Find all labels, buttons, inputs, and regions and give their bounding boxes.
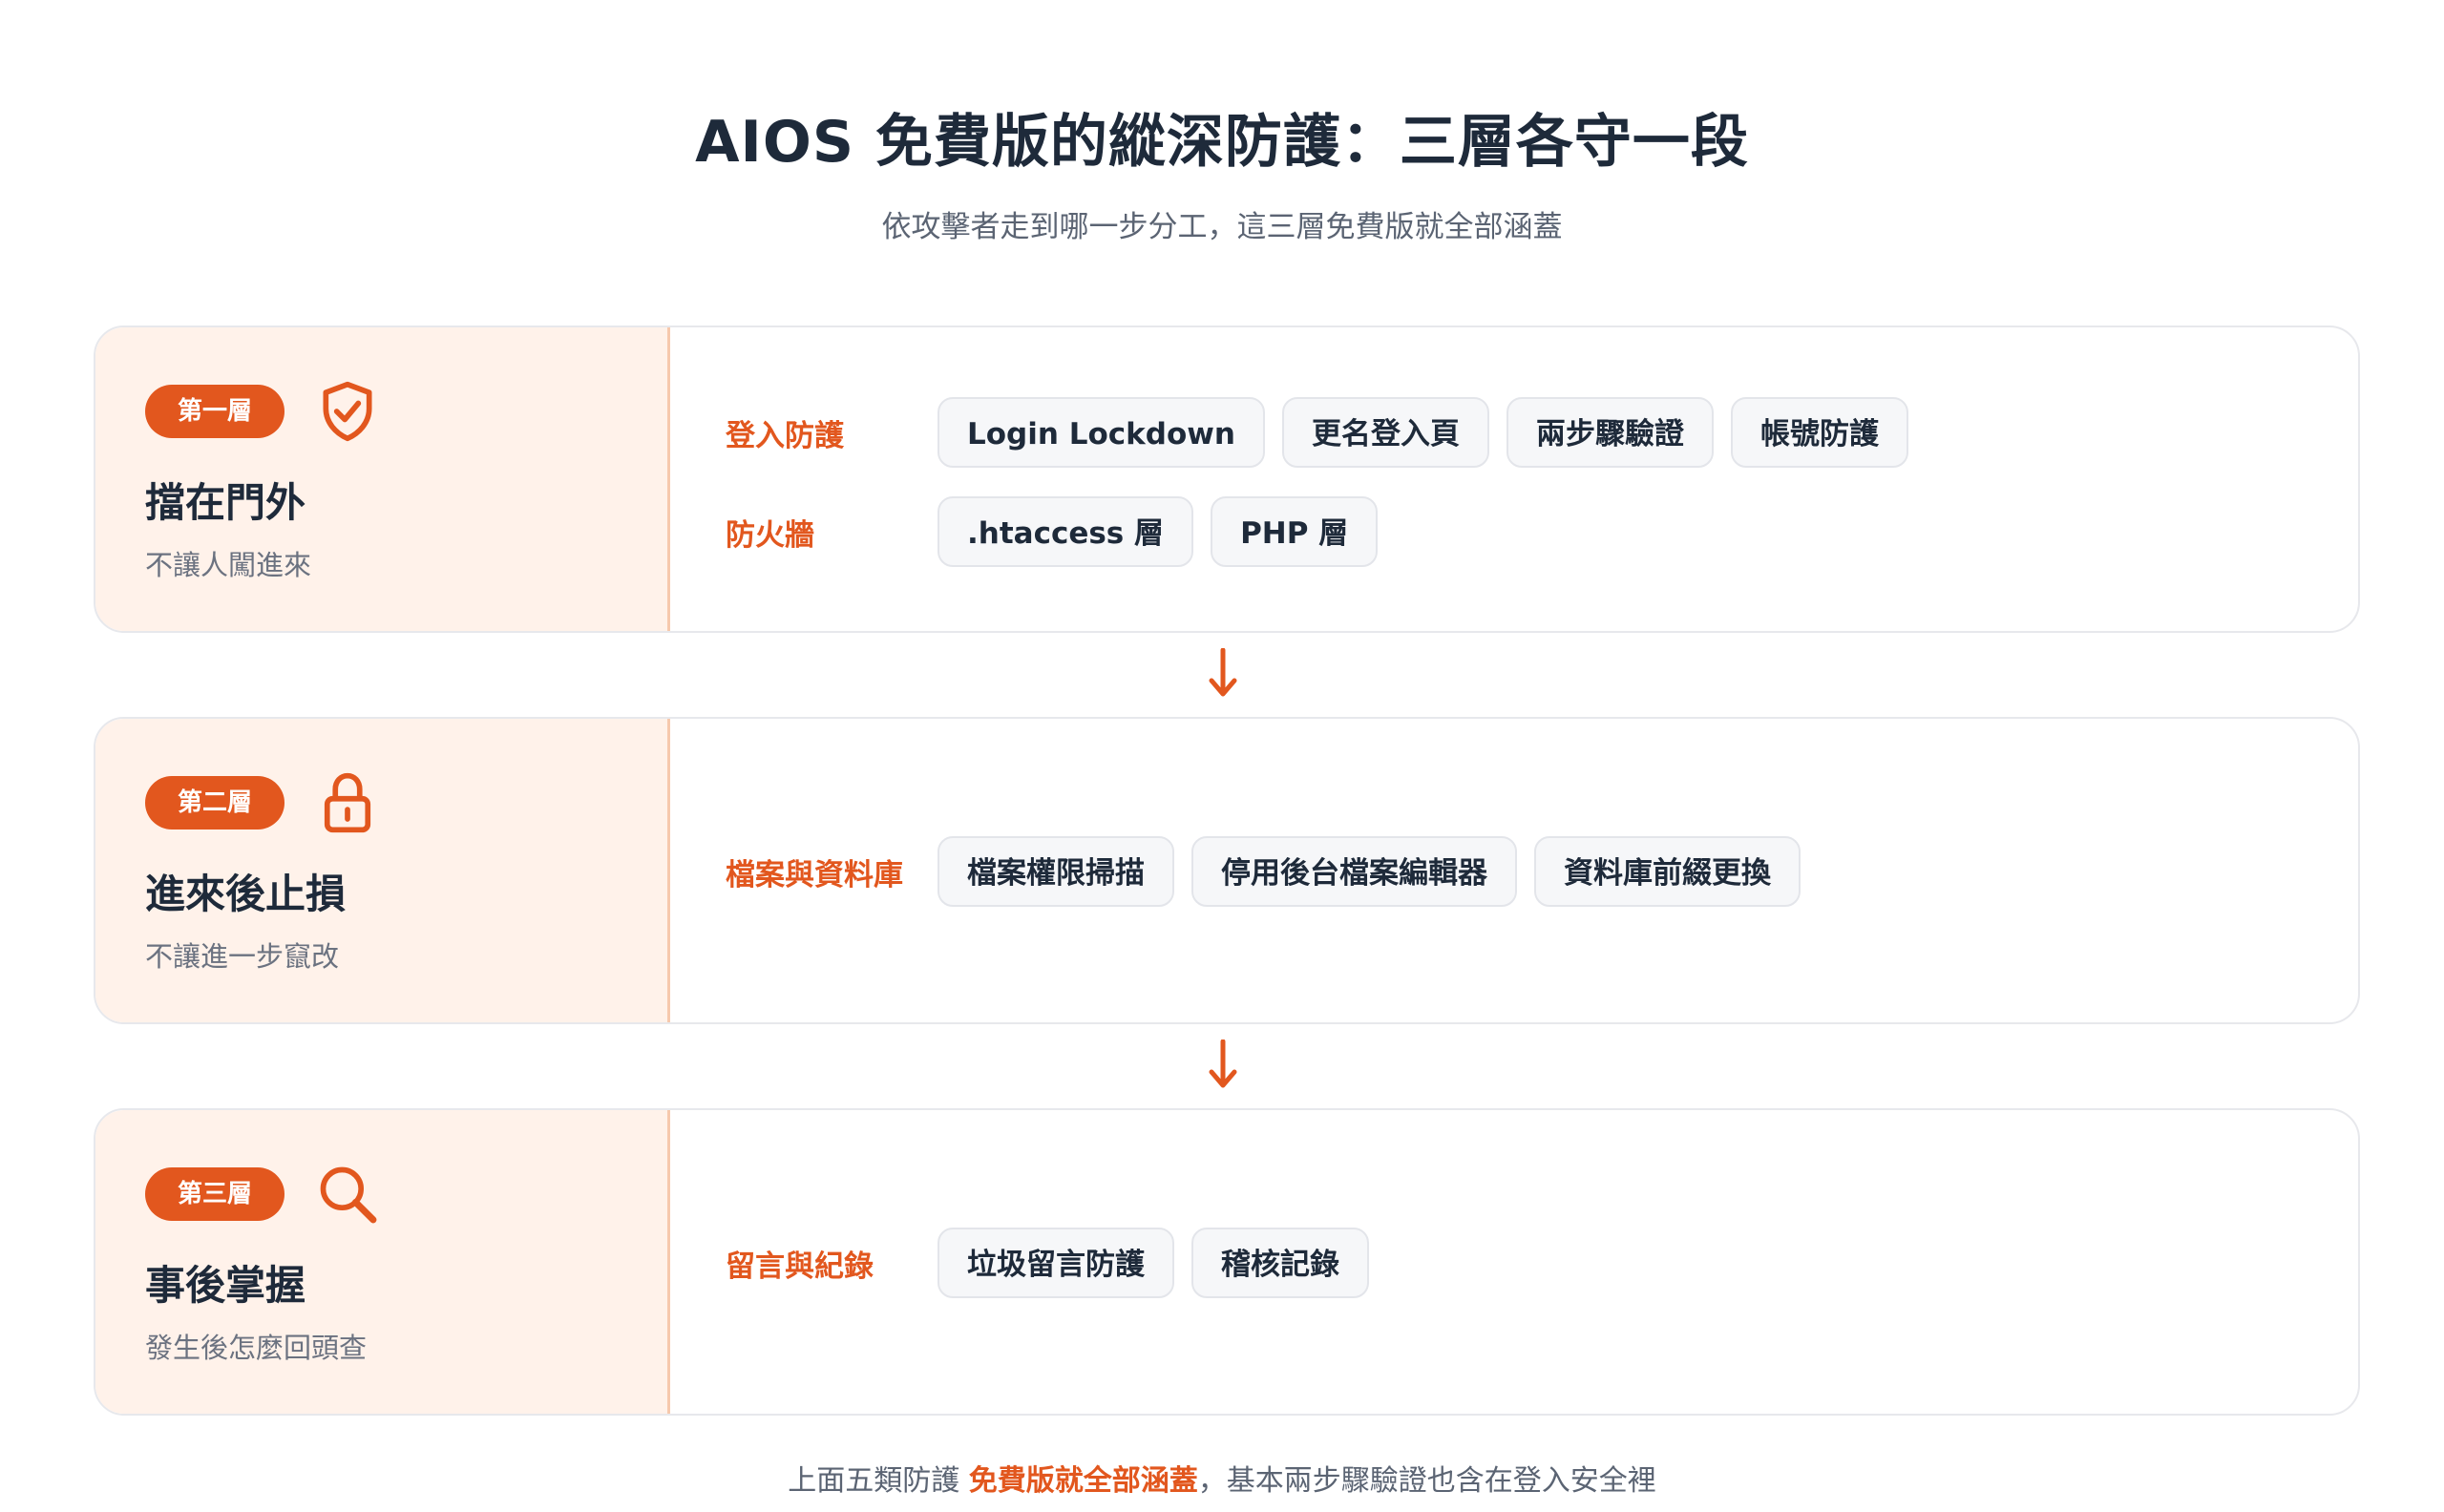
search-icon xyxy=(320,1166,377,1224)
feature-chips: Login Lockdown 更名登入頁 兩步驟驗證 帳號防護 xyxy=(938,397,1926,468)
category-row: 檔案與資料庫 檔案權限掃描 停用後台檔案編輯器 資料庫前綴更換 xyxy=(726,835,1818,908)
shield-check-icon xyxy=(323,381,372,442)
lock-icon xyxy=(324,772,371,833)
layer-badge: 第二層 xyxy=(145,776,284,830)
layer-heading: 進來後止損 xyxy=(145,871,347,917)
layer-summary-panel: 第二層 進來後止損 不讓進一步竄改 xyxy=(95,719,670,1022)
arrow-down-icon xyxy=(1209,1040,1237,1088)
category-label: 留言與紀錄 xyxy=(726,1249,874,1284)
layer-badge: 第一層 xyxy=(145,385,284,438)
page-title: AIOS 免費版的縱深防護：三層各守一段 xyxy=(695,109,1749,176)
footer-highlight: 免費版就全部涵蓋 xyxy=(968,1464,1198,1498)
feature-chip: 停用後台檔案編輯器 xyxy=(1191,836,1517,907)
layer-heading: 擋在門外 xyxy=(145,479,306,526)
feature-chip: 兩步驟驗證 xyxy=(1506,397,1714,468)
feature-chip: 稽核記錄 xyxy=(1191,1228,1369,1298)
feature-chip: 垃圾留言防護 xyxy=(938,1228,1174,1298)
layer-description: 發生後怎麼回頭查 xyxy=(145,1332,368,1364)
feature-chips: .htaccess 層 PHP 層 xyxy=(938,496,1395,567)
layer-description: 不讓人闖進來 xyxy=(145,549,312,581)
layer-summary-panel: 第三層 事後掌握 發生後怎麼回頭查 xyxy=(95,1110,670,1414)
category-row: 防火牆 .htaccess 層 PHP 層 xyxy=(726,495,1395,568)
feature-chip: 檔案權限掃描 xyxy=(938,836,1174,907)
layer-card-2: 第二層 進來後止損 不讓進一步竄改 檔案與資料庫 檔案權限掃描 停用後台檔案編輯… xyxy=(94,717,2360,1024)
feature-chips: 檔案權限掃描 停用後台檔案編輯器 資料庫前綴更換 xyxy=(938,836,1818,907)
layer-summary-panel: 第一層 擋在門外 不讓人闖進來 xyxy=(95,327,670,631)
feature-chip: .htaccess 層 xyxy=(938,496,1194,567)
arrow-down-icon xyxy=(1209,648,1237,697)
footer-text-after: ，基本兩步驟驗證也含在登入安全裡 xyxy=(1197,1464,1656,1498)
layer-card-3: 第三層 事後掌握 發生後怎麼回頭查 留言與紀錄 垃圾留言防護 稽核記錄 xyxy=(94,1108,2360,1416)
feature-chip: PHP 層 xyxy=(1211,496,1379,567)
feature-chip: 更名登入頁 xyxy=(1281,397,1489,468)
footer-text-before: 上面五類防護 xyxy=(788,1464,969,1498)
feature-chip: 帳號防護 xyxy=(1730,397,1908,468)
feature-chip: Login Lockdown xyxy=(938,397,1265,468)
feature-chip: 資料庫前綴更換 xyxy=(1534,836,1801,907)
category-row: 留言與紀錄 垃圾留言防護 稽核記錄 xyxy=(726,1227,1386,1299)
layer-detail-panel: 檔案與資料庫 檔案權限掃描 停用後台檔案編輯器 資料庫前綴更換 xyxy=(670,719,2358,1022)
layer-heading: 事後掌握 xyxy=(145,1262,306,1309)
layer-detail-panel: 登入防護 Login Lockdown 更名登入頁 兩步驟驗證 帳號防護 防火牆… xyxy=(670,327,2358,631)
layer-badge: 第三層 xyxy=(145,1167,284,1221)
layer-description: 不讓進一步竄改 xyxy=(145,940,340,973)
feature-chips: 垃圾留言防護 稽核記錄 xyxy=(938,1228,1386,1298)
layer-card-1: 第一層 擋在門外 不讓人闖進來 登入防護 Login Lockdown 更名登入… xyxy=(94,326,2360,633)
page: AIOS 免費版的縱深防護：三層各守一段 依攻擊者走到哪一步分工，這三層免費版就… xyxy=(0,0,2444,1512)
page-subtitle: 依攻擊者走到哪一步分工，這三層免費版就全部涵蓋 xyxy=(881,210,1563,244)
category-label: 檔案與資料庫 xyxy=(726,857,903,892)
category-label: 防火牆 xyxy=(726,517,814,553)
layer-detail-panel: 留言與紀錄 垃圾留言防護 稽核記錄 xyxy=(670,1110,2358,1414)
footer-note: 上面五類防護 免費版就全部涵蓋，基本兩步驟驗證也含在登入安全裡 xyxy=(0,1457,2444,1499)
category-label: 登入防護 xyxy=(726,418,844,453)
category-row: 登入防護 Login Lockdown 更名登入頁 兩步驟驗證 帳號防護 xyxy=(726,396,1926,469)
